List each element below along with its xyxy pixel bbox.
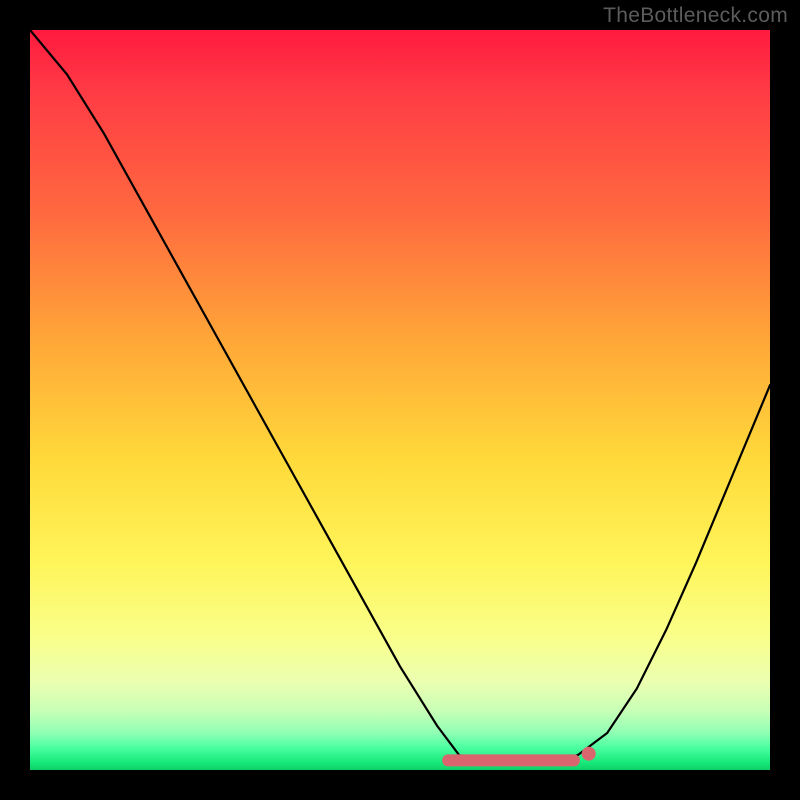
watermark-text: TheBottleneck.com (603, 4, 788, 28)
bottleneck-curve-path (30, 30, 770, 763)
optimal-point-dot (582, 747, 596, 761)
curve-svg (30, 30, 770, 770)
chart-frame: TheBottleneck.com (0, 0, 800, 800)
plot-area (30, 30, 770, 770)
